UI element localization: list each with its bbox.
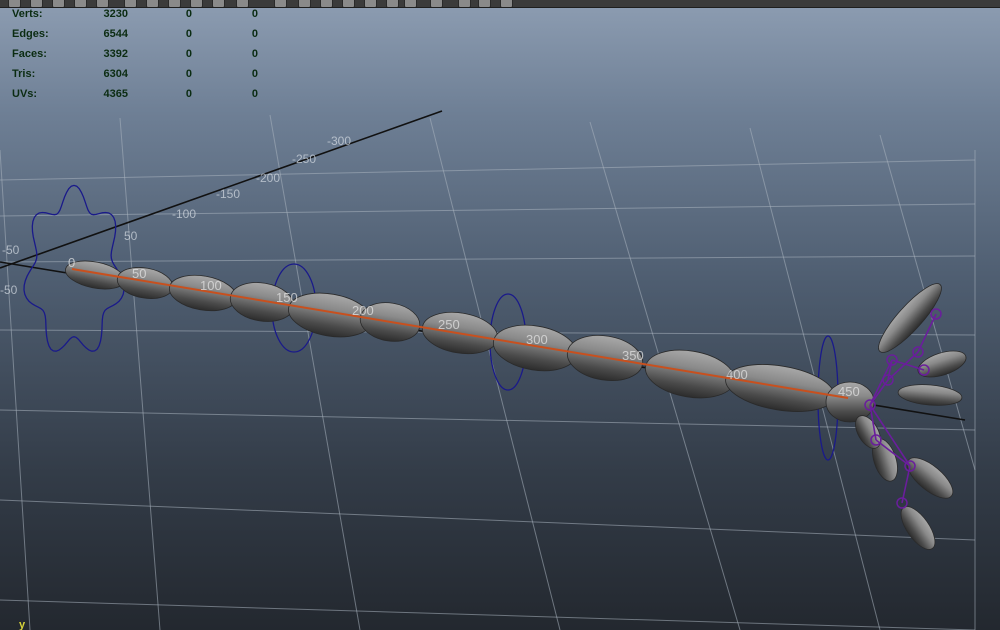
wireframe-icon[interactable]	[478, 0, 491, 7]
bone-label: 400	[726, 367, 748, 382]
hand-finger	[906, 457, 954, 499]
hand-finger	[878, 283, 942, 353]
bone-label: 100	[200, 278, 222, 293]
hud-row-verts: Verts: 3230 0 0	[12, 6, 272, 26]
grid-line	[0, 409, 976, 431]
grid-line	[269, 114, 361, 630]
view-axis-indicator: y	[19, 619, 26, 630]
grid-label: -250	[292, 152, 316, 166]
hud-label: Faces:	[12, 48, 47, 60]
grid-line	[0, 599, 976, 630]
hud-value-object: 3392	[103, 48, 128, 60]
isolate-icon[interactable]	[274, 0, 287, 7]
bone-label: 50	[132, 266, 146, 281]
hud-row-faces: Faces: 3392 0 0	[12, 46, 272, 66]
hud-value-component: 0	[251, 68, 258, 80]
hud-label: Edges:	[12, 28, 49, 40]
bone-label: 450	[838, 384, 860, 399]
hud-label: UVs:	[12, 88, 38, 100]
hud-row-tris: Tris: 6304 0 0	[12, 66, 272, 86]
bone-label: 250	[438, 317, 460, 332]
hud-value-object: 4365	[103, 88, 128, 100]
hud-value-selected: 0	[185, 8, 192, 20]
hud-label: Verts:	[12, 8, 43, 20]
tentacle-segment	[493, 324, 577, 372]
shading-icon[interactable]	[404, 0, 417, 7]
hand-finger	[900, 506, 936, 550]
grid-line	[0, 203, 976, 217]
hud-value-object: 6544	[103, 28, 128, 40]
render-settings-icon[interactable]	[386, 0, 399, 7]
hud-value-object: 6304	[103, 68, 128, 80]
smooth-shade-icon[interactable]	[500, 0, 513, 7]
joint-xray-icon[interactable]	[320, 0, 333, 7]
grid-line	[0, 499, 976, 541]
grid-label: 50	[124, 229, 138, 243]
camera-icon[interactable]	[430, 0, 443, 7]
grid-label: -200	[256, 171, 280, 185]
hud-row-edges: Edges: 6544 0 0	[12, 26, 272, 46]
hud-label: Tris:	[12, 68, 36, 80]
bone-label: 300	[526, 332, 548, 347]
grid-label: -50	[2, 243, 20, 257]
hud-value-selected: 0	[185, 28, 192, 40]
grid-label: -300	[327, 134, 351, 148]
hud-value-component: 0	[251, 48, 258, 60]
joint-bone	[869, 359, 893, 406]
grid-line	[119, 117, 161, 630]
ground-grid	[0, 114, 976, 630]
grid-icon[interactable]	[458, 0, 471, 7]
tentacle-segment	[645, 349, 735, 399]
grid-line	[0, 159, 976, 181]
grid-label: -100	[172, 207, 196, 221]
bone-label: 200	[352, 303, 374, 318]
bone-label: 150	[276, 290, 298, 305]
grid-label: -50	[0, 283, 18, 297]
hud-value-selected: 0	[185, 48, 192, 60]
xray-icon[interactable]	[298, 0, 311, 7]
grid-line	[0, 149, 31, 630]
hud-value-component: 0	[251, 8, 258, 20]
grid-label: -150	[216, 187, 240, 201]
bone-label: 0	[68, 255, 75, 270]
hud-value-selected: 0	[185, 88, 192, 100]
hud-value-component: 0	[251, 28, 258, 40]
tentacle-mesh[interactable]	[63, 256, 969, 554]
render-icon[interactable]	[364, 0, 377, 7]
hand-finger	[897, 384, 963, 406]
heads-up-poly-count: Verts: 3230 0 0 Edges: 6544 0 0 Faces: 3…	[12, 6, 272, 106]
select-tool-icon[interactable]	[342, 0, 355, 7]
hud-value-selected: 0	[185, 68, 192, 80]
hud-row-uvs: UVs: 4365 0 0	[12, 86, 272, 106]
hud-value-component: 0	[251, 88, 258, 100]
grid-line	[0, 255, 976, 263]
bone-label: 350	[622, 348, 644, 363]
hud-value-object: 3230	[103, 8, 128, 20]
maya-3d-viewport[interactable]: -300-250-200-150-100-50-505050 050100150…	[0, 0, 1000, 630]
